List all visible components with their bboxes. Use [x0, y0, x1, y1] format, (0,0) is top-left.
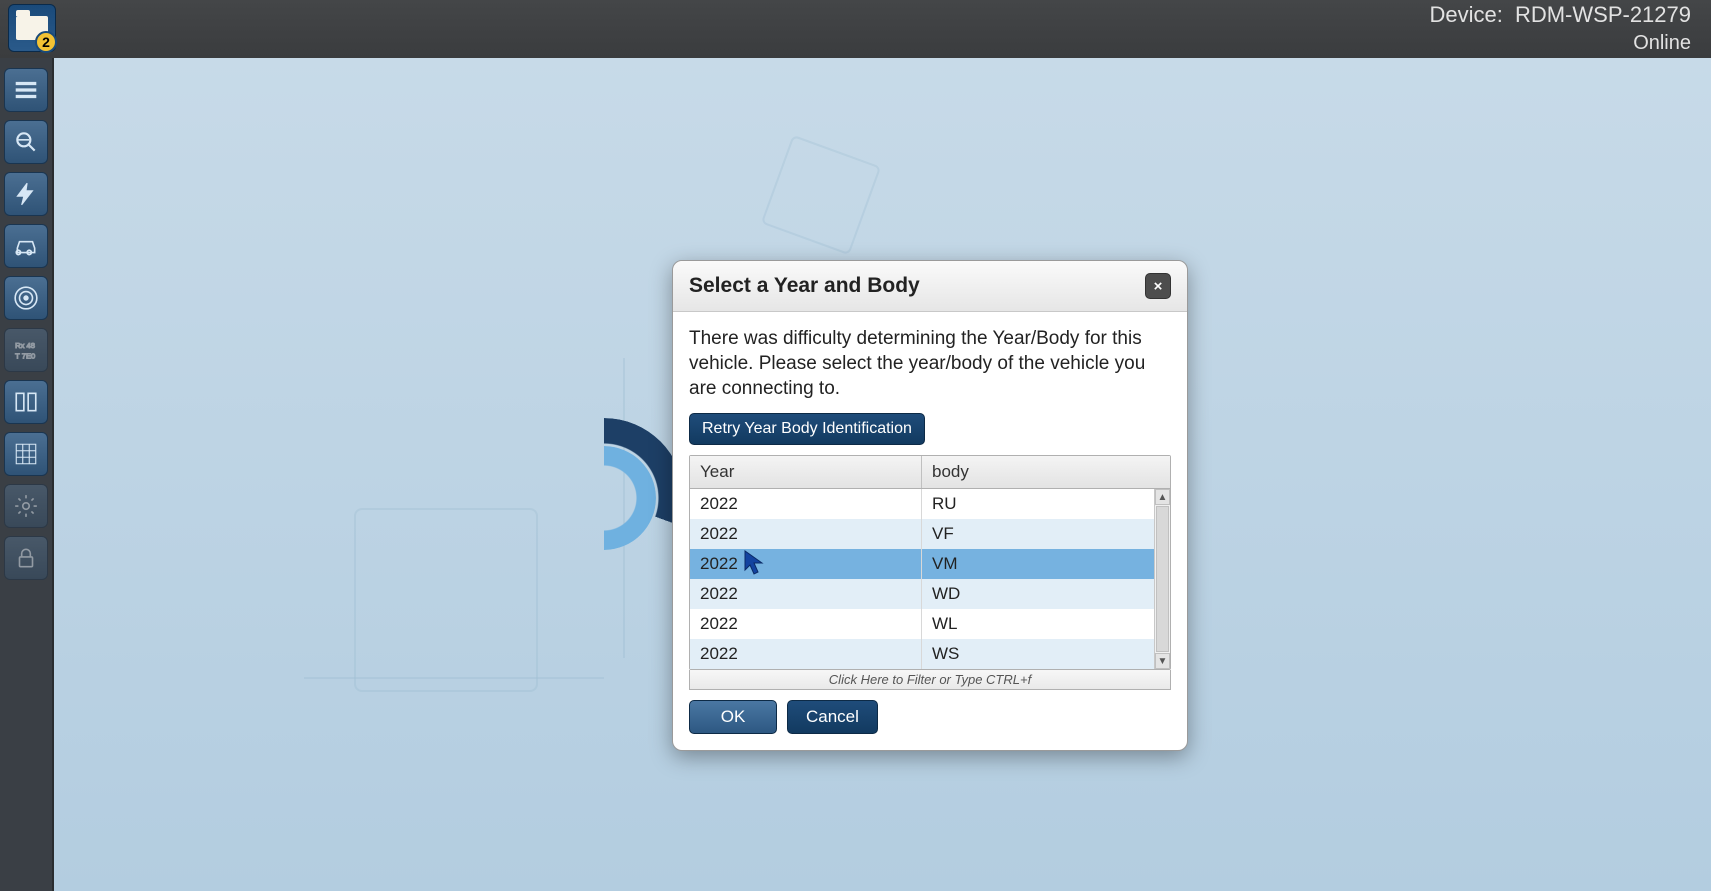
- dialog-title: Select a Year and Body: [689, 274, 920, 298]
- svg-text:T 7E0: T 7E0: [15, 352, 35, 361]
- cell-year: 2022: [690, 579, 922, 609]
- device-name: RDM-WSP-21279: [1515, 2, 1691, 27]
- table-body: 2022RU2022VF2022VM2022WD2022WL2022WS ▲ ▼: [690, 489, 1170, 669]
- sidebar-grid-vehicle-button[interactable]: [4, 432, 48, 476]
- sidebar-data-button[interactable]: Rx 48 T 7E0: [4, 328, 48, 372]
- car-icon: [13, 233, 39, 259]
- connection-status: Online: [1633, 32, 1691, 55]
- cell-year: 2022: [690, 549, 922, 579]
- cell-body: VF: [922, 519, 1170, 549]
- cell-body: VM: [922, 549, 1170, 579]
- column-header-body[interactable]: body: [922, 456, 1170, 488]
- cell-body: RU: [922, 489, 1170, 519]
- sidebar: Rx 48 T 7E0: [0, 58, 54, 891]
- table-header: Year body: [690, 456, 1170, 489]
- scan-vehicle-icon: [13, 129, 39, 155]
- close-icon: ×: [1154, 278, 1163, 295]
- dialog-close-button[interactable]: ×: [1145, 273, 1171, 299]
- sidebar-menu-button[interactable]: [4, 68, 48, 112]
- flash-icon: [13, 181, 39, 207]
- sidebar-settings-button[interactable]: [4, 484, 48, 528]
- select-year-body-dialog: Select a Year and Body × There was diffi…: [672, 260, 1188, 751]
- cell-year: 2022: [690, 609, 922, 639]
- scroll-down-arrow[interactable]: ▼: [1155, 653, 1170, 669]
- year-body-table: Year body 2022RU2022VF2022VM2022WD2022WL…: [689, 455, 1171, 670]
- device-label: Device:: [1429, 2, 1502, 27]
- grid-car-icon: [13, 441, 39, 467]
- scroll-thumb[interactable]: [1156, 506, 1169, 652]
- dialog-message: There was difficulty determining the Yea…: [689, 326, 1171, 401]
- dialog-titlebar: Select a Year and Body ×: [673, 261, 1187, 312]
- table-row[interactable]: 2022WL: [690, 609, 1170, 639]
- ok-button[interactable]: OK: [689, 700, 777, 734]
- cell-year: 2022: [690, 489, 922, 519]
- table-row[interactable]: 2022RU: [690, 489, 1170, 519]
- sidebar-flash-button[interactable]: [4, 172, 48, 216]
- menu-icon: [13, 77, 39, 103]
- layout-icon: [13, 389, 39, 415]
- data-rx-tx-icon: Rx 48 T 7E0: [13, 337, 39, 363]
- lock-icon: [13, 545, 39, 571]
- cell-body: WD: [922, 579, 1170, 609]
- table-filter-input[interactable]: Click Here to Filter or Type CTRL+f: [689, 670, 1171, 690]
- sidebar-lock-button[interactable]: [4, 536, 48, 580]
- sidebar-scan-button[interactable]: [4, 120, 48, 164]
- table-row[interactable]: 2022VM: [690, 549, 1170, 579]
- cell-body: WL: [922, 609, 1170, 639]
- cell-year: 2022: [690, 519, 922, 549]
- svg-text:Rx 48: Rx 48: [15, 341, 35, 350]
- cancel-button[interactable]: Cancel: [787, 700, 878, 734]
- main-canvas: Select a Year and Body × There was diffi…: [54, 58, 1711, 891]
- settings-icon: [13, 493, 39, 519]
- sidebar-layout-button[interactable]: [4, 380, 48, 424]
- device-info: Device: RDM-WSP-21279: [1429, 2, 1691, 28]
- column-header-year[interactable]: Year: [690, 456, 922, 488]
- table-row[interactable]: 2022WS: [690, 639, 1170, 669]
- loading-spinner-inner: [552, 446, 656, 550]
- table-scrollbar[interactable]: ▲ ▼: [1154, 489, 1170, 669]
- radio-icon: [13, 285, 39, 311]
- sidebar-vehicle-button[interactable]: [4, 224, 48, 268]
- scroll-up-arrow[interactable]: ▲: [1155, 489, 1170, 505]
- top-bar: 2 Device: RDM-WSP-21279 Online: [0, 0, 1711, 58]
- cell-year: 2022: [690, 639, 922, 669]
- documents-folder-button[interactable]: 2: [8, 4, 56, 52]
- retry-identification-button[interactable]: Retry Year Body Identification: [689, 413, 925, 445]
- sidebar-radio-button[interactable]: [4, 276, 48, 320]
- folder-badge-count: 2: [35, 31, 57, 53]
- cell-body: WS: [922, 639, 1170, 669]
- table-row[interactable]: 2022WD: [690, 579, 1170, 609]
- table-row[interactable]: 2022VF: [690, 519, 1170, 549]
